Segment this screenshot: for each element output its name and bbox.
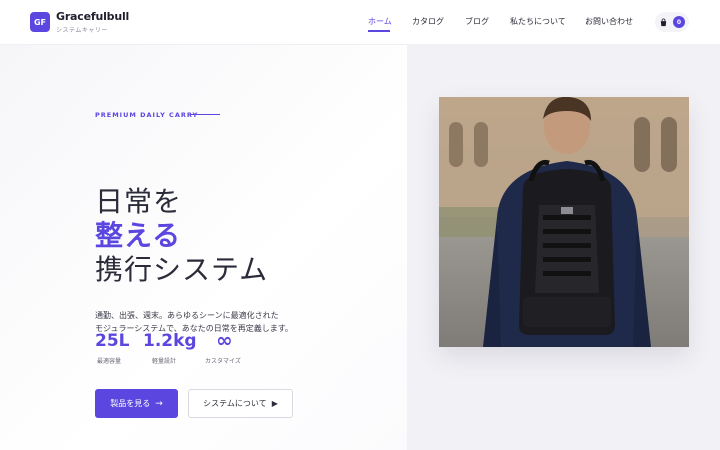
view-products-label: 製品を見る: [110, 399, 151, 408]
nav-home[interactable]: ホーム: [368, 16, 392, 27]
headline-line-2: 整える: [95, 219, 182, 252]
logo-mark[interactable]: GF: [30, 12, 50, 32]
hero-description-line-1: 通勤、出張、週末。あらゆるシーンに最適化された: [95, 311, 279, 320]
view-products-button[interactable]: 製品を見る →: [95, 389, 178, 418]
play-icon: ▶: [271, 399, 278, 408]
brand-subtitle: システムキャリー: [56, 27, 108, 34]
cart-button[interactable]: 0: [655, 12, 689, 32]
stat-weight-label: 軽量設計: [152, 358, 177, 365]
stat-capacity-label: 最適容量: [97, 358, 122, 365]
headline-line-1: 日常を: [95, 185, 183, 218]
hero-product-image: [439, 97, 689, 347]
tagline-divider: [190, 114, 220, 115]
nav-blog[interactable]: ブログ: [465, 16, 489, 27]
stat-capacity-value: 25L: [95, 331, 130, 351]
hero-tagline: PREMIUM DAILY CARRY: [95, 111, 199, 119]
shopping-bag-icon: [660, 18, 667, 26]
nav-catalog[interactable]: カタログ: [412, 16, 444, 27]
site-header: GF Gracefulbull システムキャリー ホーム カタログ ブログ 私た…: [0, 0, 720, 45]
about-system-label: システムについて: [203, 399, 267, 408]
nav-active-indicator: [368, 30, 390, 32]
about-system-button[interactable]: システムについて ▶: [188, 389, 293, 418]
stat-weight-value: 1.2kg: [143, 331, 197, 351]
headline-line-3: 携行システム: [95, 253, 269, 286]
backpack-photo-illustration: [439, 97, 689, 347]
brand-name[interactable]: Gracefulbull: [56, 10, 129, 23]
stat-custom-label: カスタマイズ: [205, 358, 241, 365]
cart-count-badge: 0: [673, 16, 685, 28]
nav-contact[interactable]: お問い合わせ: [585, 16, 633, 27]
nav-about[interactable]: 私たちについて: [510, 16, 566, 27]
arrow-right-icon: →: [155, 398, 163, 409]
stat-custom-value: ∞: [216, 328, 233, 352]
